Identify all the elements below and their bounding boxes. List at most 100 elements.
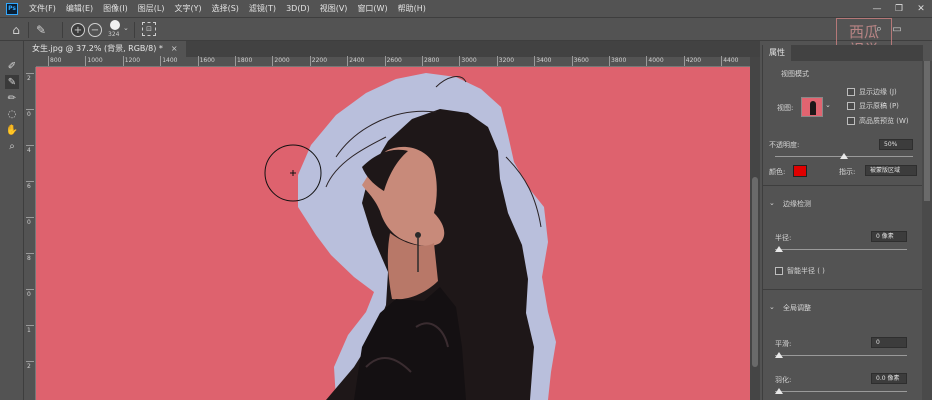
ruler-tick-label: 1600 [199, 57, 215, 64]
smooth-slider-track[interactable] [775, 355, 907, 356]
feather-input[interactable]: 0.0 像素 [871, 373, 907, 384]
divider [134, 22, 135, 38]
quick-selection-tool-icon[interactable]: ✐ [5, 59, 19, 73]
smooth-slider-knob[interactable] [775, 352, 783, 358]
ruler-tick-label: 2600 [386, 57, 402, 64]
refine-edge-brush-icon[interactable]: ✎ [5, 75, 19, 89]
restore-button[interactable]: ❐ [888, 0, 910, 17]
select-subject-icon[interactable]: ⊡ [142, 22, 156, 36]
chevron-down-icon[interactable]: ⌄ [825, 101, 831, 109]
feather-slider-track[interactable] [775, 391, 907, 392]
ruler-tick [26, 73, 34, 74]
feather-slider-knob[interactable] [775, 388, 783, 394]
ruler-tick-label: 1200 [124, 57, 141, 64]
document-tab[interactable]: 女生.jpg @ 37.2% (背景, RGB/8) * × [24, 41, 186, 57]
lasso-tool-icon[interactable]: ◌ [5, 107, 19, 121]
high-quality-checkbox[interactable] [847, 117, 855, 125]
menu-edit[interactable]: 编辑(E) [61, 0, 98, 17]
ruler-tick [26, 109, 34, 110]
subtract-from-selection-button[interactable]: − [88, 23, 102, 37]
canvas-scroll-thumb[interactable] [752, 177, 758, 367]
document-tab-bar: 女生.jpg @ 37.2% (背景, RGB/8) * × [24, 41, 760, 57]
zoom-tool-icon[interactable]: ⌕ [5, 139, 19, 153]
menu-layer[interactable]: 图层(L) [133, 0, 170, 17]
refine-brush-icon[interactable]: ✎ [32, 22, 50, 38]
view-mode-thumbnail[interactable] [801, 97, 823, 117]
high-quality-label: 高品质预览 (W) [859, 117, 909, 125]
indicate-dropdown[interactable]: 被蒙版区域 [865, 165, 917, 176]
opacity-input[interactable]: 50% [879, 139, 913, 150]
menu-filter[interactable]: 滤镜(T) [244, 0, 281, 17]
ruler-tick-label: 800 [50, 57, 62, 64]
radius-slider-track[interactable] [775, 249, 907, 250]
properties-panel: 属性 视图模式 视图: ⌄ 显示边缘 (J) 显示原稿 (P) 高品质预览 (W… [762, 45, 923, 400]
ruler-tick-label: 2000 [274, 57, 290, 64]
menu-file[interactable]: 文件(F) [24, 0, 61, 17]
chevron-down-icon[interactable]: ⌄ [769, 303, 775, 311]
menu-image[interactable]: 图像(I) [98, 0, 133, 17]
chevron-down-icon[interactable]: ⌄ [123, 24, 129, 32]
workspace-icon[interactable]: ▭ [890, 22, 904, 36]
thumbnail-figure [810, 101, 816, 115]
radius-input[interactable]: 0 像素 [871, 231, 907, 242]
ruler-tick-label: 2200 [311, 57, 328, 64]
tab-properties[interactable]: 属性 [763, 45, 791, 61]
ruler-tick [235, 56, 236, 66]
menu-select[interactable]: 选择(S) [207, 0, 244, 17]
ruler-tick-label: 0 [27, 111, 31, 118]
chevron-down-icon[interactable]: ⌄ [769, 199, 775, 207]
photo-artwork [36, 67, 750, 400]
menu-bar: Ps 文件(F) 编辑(E) 图像(I) 图层(L) 文字(Y) 选择(S) 滤… [0, 0, 932, 17]
watermark-line: 西瓜 [848, 23, 879, 41]
ruler-tick-label: 3800 [611, 57, 627, 64]
close-tab-icon[interactable]: × [171, 41, 178, 57]
ruler-tick [309, 56, 311, 66]
horizontal-ruler: 800 1000 1200 1400 1600 1800 2000 2200 2400 2600 2… [36, 56, 750, 67]
close-button[interactable]: ✕ [910, 0, 932, 17]
panel-scrollbar[interactable] [922, 61, 932, 400]
image-canvas[interactable] [36, 67, 750, 400]
ruler-tick [26, 325, 34, 326]
smart-radius-checkbox[interactable] [775, 267, 783, 275]
panel-scroll-thumb[interactable] [924, 61, 930, 201]
opacity-slider-knob[interactable] [840, 153, 848, 159]
radius-slider-knob[interactable] [775, 246, 783, 252]
minimize-button[interactable]: — [866, 0, 888, 17]
menu-help[interactable]: 帮助(H) [393, 0, 431, 17]
ruler-tick-label: 1000 [87, 57, 103, 64]
hand-tool-icon[interactable]: ✋ [5, 123, 19, 137]
brush-preview-icon[interactable] [110, 20, 120, 30]
divider [763, 185, 923, 186]
ruler-tick-label: 0 [27, 219, 31, 226]
ruler-tick [422, 56, 423, 66]
brush-size-value: 324 [108, 31, 120, 38]
smooth-input[interactable]: 0 [871, 337, 907, 348]
show-edge-checkbox[interactable] [847, 88, 855, 96]
ruler-tick [122, 56, 124, 66]
ruler-tick [721, 56, 723, 66]
menu-window[interactable]: 窗口(W) [352, 0, 392, 17]
ruler-tick-label: 4 [27, 147, 31, 154]
divider [62, 22, 63, 38]
ruler-tick-label: 1400 [162, 57, 178, 64]
menu-3d[interactable]: 3D(D) [281, 0, 315, 17]
menu-type[interactable]: 文字(Y) [169, 0, 206, 17]
overlay-color-swatch[interactable] [793, 165, 807, 177]
ruler-tick-label: 4400 [723, 57, 739, 64]
show-original-checkbox[interactable] [847, 102, 855, 110]
ruler-tick [197, 56, 199, 66]
ruler-tick-label: 2 [27, 363, 31, 370]
ruler-tick-label: 6 [27, 183, 31, 190]
panel-tab-bar: 属性 [763, 45, 923, 61]
canvas-vertical-scrollbar[interactable] [750, 57, 760, 400]
ruler-tick [26, 289, 34, 290]
ruler-tick [26, 361, 34, 362]
ruler-tick-label: 4000 [648, 57, 664, 64]
home-icon[interactable]: ⌂ [8, 22, 24, 38]
ruler-tick [26, 253, 34, 254]
ruler-tick-label: 3200 [498, 57, 515, 64]
menu-view[interactable]: 视图(V) [315, 0, 353, 17]
add-to-selection-button[interactable]: + [71, 23, 85, 37]
brush-tool-icon[interactable]: ✏ [5, 91, 19, 105]
ruler-tick-label: 0 [27, 291, 31, 298]
